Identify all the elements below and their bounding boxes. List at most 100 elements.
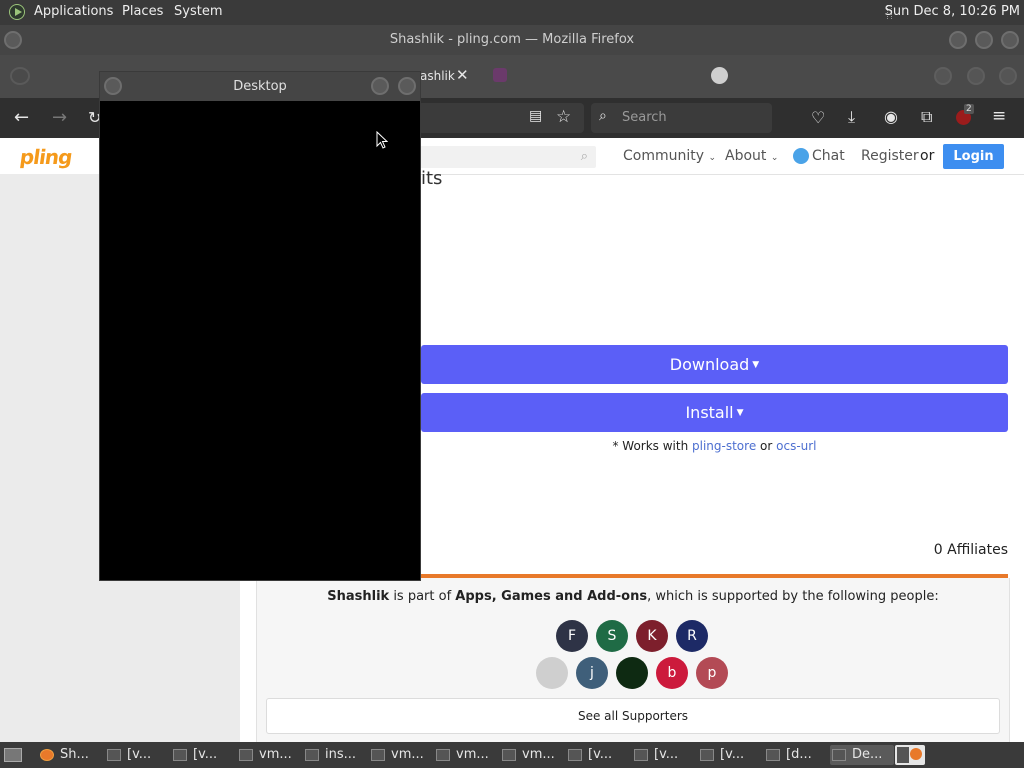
supporter-avatar[interactable]: [616, 657, 648, 689]
taskbar-item[interactable]: [v...: [105, 745, 169, 765]
pling-store-link[interactable]: pling-store: [692, 439, 756, 453]
about-link[interactable]: About ⌄: [725, 148, 778, 164]
taskbar-item[interactable]: ins...: [303, 745, 367, 765]
workspace-switcher[interactable]: [895, 745, 925, 765]
top-panel: Applications Places System Sun Dec 8, 10…: [0, 0, 1024, 25]
download-button[interactable]: Download ▼: [421, 345, 1008, 384]
active-tab-label[interactable]: ashlik: [420, 69, 455, 83]
taskbar-item[interactable]: vm...: [434, 745, 498, 765]
taskbar-item-label: [v...: [588, 747, 613, 762]
taskbar-item[interactable]: vm...: [369, 745, 433, 765]
system-menu[interactable]: System: [174, 4, 222, 19]
works-with-note: * Works with pling-store or ocs-url: [612, 439, 817, 453]
taskbar-app-icon: [305, 748, 319, 761]
chat-link[interactable]: Chat: [812, 148, 845, 164]
taskbar-app-icon: [700, 748, 714, 761]
login-button[interactable]: Login: [943, 144, 1004, 169]
ocs-url-link[interactable]: ocs-url: [776, 439, 816, 453]
taskbar-item[interactable]: [v...: [566, 745, 630, 765]
taskbar-app-icon: [568, 748, 582, 761]
mouse-cursor-icon: [376, 131, 388, 149]
taskbar-app-icon: [502, 748, 516, 761]
tab-favicon-icon[interactable]: [493, 68, 507, 82]
url-bar[interactable]: ▤ ☆: [418, 103, 584, 133]
hamburger-menu-icon[interactable]: ≡: [992, 106, 1006, 126]
tab-close-icon[interactable]: ✕: [456, 66, 469, 84]
github-icon[interactable]: [711, 67, 728, 84]
search-bar[interactable]: ⌕ Search: [591, 103, 772, 133]
tab-list-button[interactable]: [934, 67, 952, 85]
or-text: or: [920, 148, 935, 164]
supporter-avatar[interactable]: S: [596, 620, 628, 652]
pocket-icon[interactable]: ♡: [811, 108, 825, 127]
desktop-close-button[interactable]: [398, 77, 416, 95]
install-button[interactable]: Install ▼: [421, 393, 1008, 432]
taskbar-item[interactable]: [d...: [764, 745, 828, 765]
taskbar-item[interactable]: [v...: [632, 745, 696, 765]
taskbar-item-label: [d...: [786, 747, 812, 762]
search-icon: ⌕: [599, 108, 607, 124]
taskbar-app-icon: [766, 748, 780, 761]
back-icon[interactable]: ←: [14, 107, 29, 128]
see-all-supporters-button[interactable]: See all Supporters: [266, 698, 1000, 734]
desktop-window[interactable]: Desktop: [99, 71, 421, 581]
taskbar-item[interactable]: [v...: [698, 745, 762, 765]
supporter-avatar[interactable]: b: [656, 657, 688, 689]
supporters-description: Shashlik is part of Apps, Games and Add-…: [327, 589, 939, 604]
applications-menu[interactable]: Applications: [34, 4, 113, 19]
taskbar-item-label: De...: [852, 747, 883, 762]
applications-menu-icon[interactable]: [9, 4, 25, 20]
taskbar-item[interactable]: De...: [830, 745, 894, 765]
affiliates-count[interactable]: 0 Affiliates: [934, 542, 1008, 558]
register-link[interactable]: Register: [861, 148, 919, 164]
maximize-button[interactable]: [975, 31, 993, 49]
firefox-workspace-icon: [910, 748, 922, 760]
supporter-avatar[interactable]: R: [676, 620, 708, 652]
taskbar-item-label: vm...: [259, 747, 292, 762]
taskbar-item-label: vm...: [391, 747, 424, 762]
taskbar-app-icon: [832, 748, 846, 761]
close-button[interactable]: [1001, 31, 1019, 49]
supporters-panel: Shashlik is part of Apps, Games and Add-…: [256, 578, 1010, 742]
taskbar-item-label: [v...: [193, 747, 218, 762]
site-search-input[interactable]: ⌕: [420, 146, 596, 168]
taskbar-item[interactable]: Sh...: [38, 745, 102, 765]
pling-logo[interactable]: pling: [18, 145, 73, 169]
bookmark-star-icon[interactable]: ☆: [556, 107, 571, 127]
supporter-avatar[interactable]: j: [576, 657, 608, 689]
clock[interactable]: Sun Dec 8, 10:26 PM: [885, 4, 1020, 19]
forward-icon[interactable]: →: [52, 107, 67, 128]
account-icon[interactable]: ◉: [884, 107, 898, 126]
tab-extra-button[interactable]: [999, 67, 1017, 85]
taskbar-item-label: Sh...: [60, 747, 89, 762]
partial-heading: its: [421, 168, 443, 189]
community-link[interactable]: Community ⌄: [623, 148, 716, 164]
taskbar-app-icon: [239, 748, 253, 761]
taskbar-item[interactable]: [v...: [171, 745, 235, 765]
desktop-minimize-button[interactable]: [371, 77, 389, 95]
extensions-icon[interactable]: ⧉: [921, 107, 932, 127]
taskbar-app-icon: [634, 748, 648, 761]
desktop-titlebar[interactable]: Desktop: [100, 72, 420, 101]
taskbar-app-icon: [371, 748, 385, 761]
chat-icon[interactable]: [793, 148, 809, 164]
downloads-icon[interactable]: ⤓: [848, 107, 855, 127]
supporter-avatar[interactable]: [536, 657, 568, 689]
search-placeholder: Search: [622, 110, 667, 125]
site-search-icon[interactable]: ⌕: [581, 149, 588, 164]
taskbar-item-label: vm...: [522, 747, 555, 762]
taskbar-item[interactable]: vm...: [500, 745, 564, 765]
taskbar-item-label: [v...: [127, 747, 152, 762]
supporter-avatar[interactable]: p: [696, 657, 728, 689]
supporter-avatar[interactable]: F: [556, 620, 588, 652]
places-menu[interactable]: Places: [122, 4, 163, 19]
reader-view-icon[interactable]: ▤: [529, 108, 542, 124]
supporter-avatar[interactable]: K: [636, 620, 668, 652]
firefox-view-icon[interactable]: [10, 67, 30, 85]
minimize-button[interactable]: [949, 31, 967, 49]
tab-scroll-button[interactable]: [967, 67, 985, 85]
show-desktop-icon[interactable]: [4, 748, 22, 762]
taskbar-item[interactable]: vm...: [237, 745, 301, 765]
workspace-1-icon[interactable]: [897, 747, 909, 763]
window-title: Shashlik - pling.com — Mozilla Firefox: [389, 32, 635, 47]
